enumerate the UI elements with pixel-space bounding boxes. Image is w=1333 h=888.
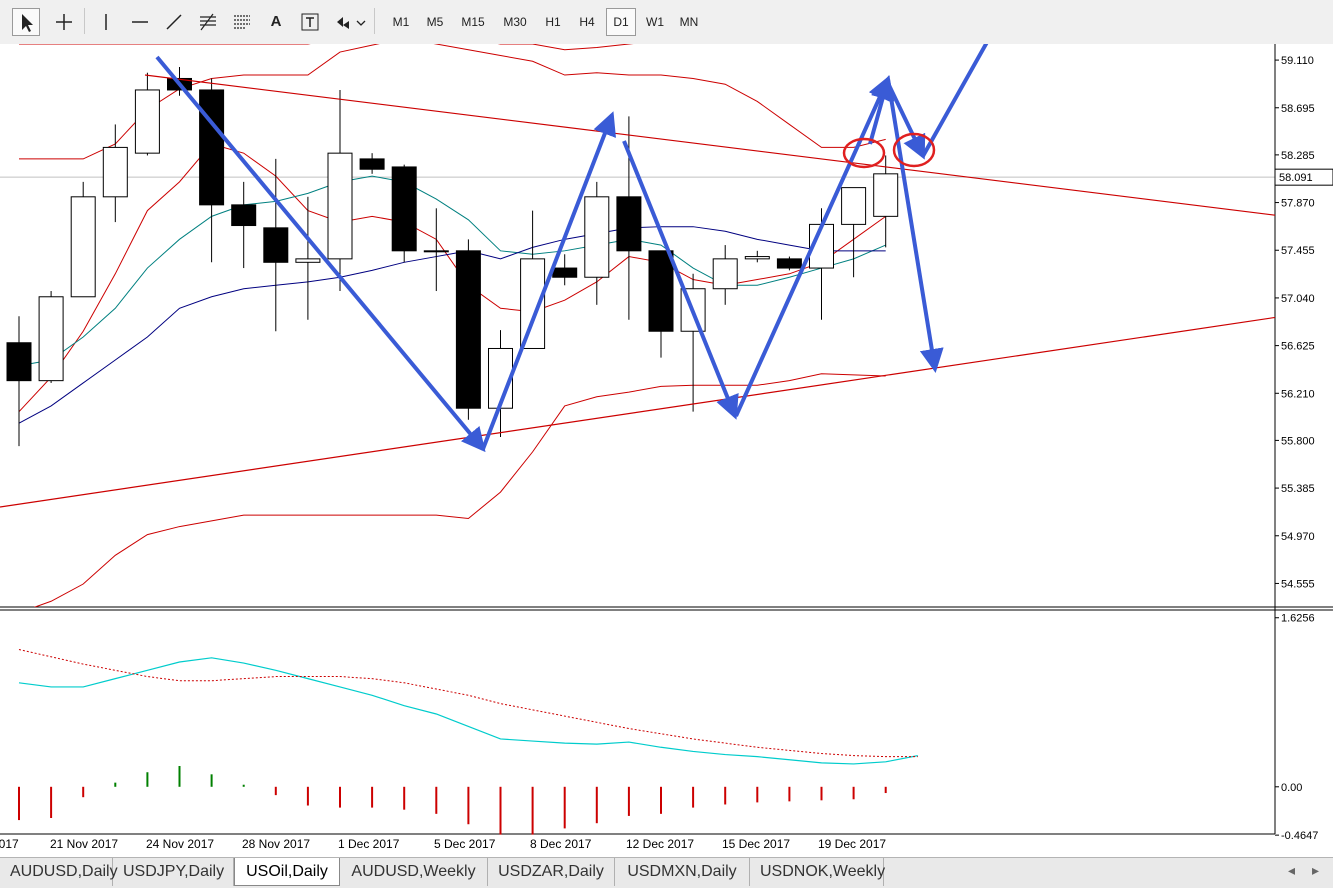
- price-tick-label: 59.110: [1281, 55, 1314, 67]
- candle: [391, 164, 417, 263]
- tab-usdnok-weekly[interactable]: USDNOK,Weekly: [750, 858, 885, 886]
- vertical-line-icon[interactable]: [92, 8, 120, 36]
- candle-body: [391, 166, 417, 252]
- current-price-label: 58.091: [1279, 172, 1313, 184]
- tab-usdmxn-daily[interactable]: USDMXN,Daily: [615, 858, 750, 886]
- time-axis-label: 2017: [0, 837, 19, 851]
- candle-body: [70, 196, 96, 298]
- time-axis-label: 28 Nov 2017: [242, 837, 310, 851]
- time-axis-label: 5 Dec 2017: [434, 837, 496, 851]
- candle-body: [423, 250, 449, 253]
- timeframe-m1[interactable]: M1: [386, 8, 416, 36]
- horizontal-line-icon[interactable]: [126, 8, 154, 36]
- arrow-tools-icon[interactable]: [330, 8, 368, 36]
- osc-tick-label: 0.00: [1281, 782, 1302, 794]
- text-label-icon[interactable]: [296, 8, 324, 36]
- price-tick-label: 57.455: [1281, 245, 1315, 257]
- tab-usoil-daily[interactable]: USOil,Daily: [234, 858, 340, 886]
- chart-tabs-bar: AUDUSD,Daily USDJPY,Daily USOil,Daily AUDUS…: [0, 857, 1333, 888]
- timeframe-mn[interactable]: MN: [674, 8, 704, 36]
- candle-body: [776, 258, 802, 269]
- timeframe-m15[interactable]: M15: [454, 8, 492, 36]
- time-axis-label: 19 Dec 2017: [818, 837, 886, 851]
- time-axis-label: 21 Nov 2017: [50, 837, 118, 851]
- price-tick-label: 58.285: [1281, 150, 1315, 162]
- candle-body: [38, 296, 64, 382]
- candle-body: [359, 158, 385, 170]
- candle-body: [552, 267, 578, 278]
- price-tick-label: 58.695: [1281, 103, 1315, 115]
- nav-left-icon[interactable]: ◂: [1288, 862, 1295, 879]
- candle: [38, 291, 64, 383]
- chart-area[interactable]: 59.110 58.695 58.285 57.870 57.455 57.040 56.6…: [0, 44, 1333, 857]
- candle-body: [584, 196, 610, 278]
- text-icon[interactable]: A: [262, 8, 290, 36]
- timeframe-h1[interactable]: H1: [538, 8, 568, 36]
- price-tick-label: 56.625: [1281, 341, 1315, 353]
- candle-body: [295, 258, 321, 263]
- candle-body: [648, 250, 674, 332]
- price-tick-label: 57.870: [1281, 198, 1315, 210]
- time-axis-label: 8 Dec 2017: [530, 837, 592, 851]
- candle-body: [199, 89, 225, 206]
- candle-body: [841, 187, 867, 225]
- fibonacci-icon[interactable]: [194, 8, 222, 36]
- candle-body: [134, 89, 160, 154]
- osc-tick-label: -0.4647: [1281, 830, 1318, 842]
- price-tick-label: 55.800: [1281, 435, 1315, 447]
- price-tick-label: 55.385: [1281, 483, 1315, 495]
- candle-body: [102, 146, 128, 198]
- time-axis-label: 15 Dec 2017: [722, 837, 790, 851]
- candle-body: [616, 196, 642, 252]
- timeframe-m5[interactable]: M5: [420, 8, 450, 36]
- tab-audusd-daily[interactable]: AUDUSD,Daily: [0, 858, 118, 886]
- candle: [70, 181, 96, 298]
- candle-body: [744, 256, 770, 260]
- crosshair-icon[interactable]: [50, 8, 78, 36]
- candle: [455, 239, 481, 420]
- cursor-icon[interactable]: [12, 8, 40, 36]
- time-axis-label: 1 Dec 2017: [338, 837, 400, 851]
- candle-body: [6, 342, 32, 382]
- trend-line-icon[interactable]: [160, 8, 188, 36]
- candle-body: [327, 152, 353, 260]
- tab-usdjpy-daily[interactable]: USDJPY,Daily: [113, 858, 234, 886]
- price-tick-label: 56.210: [1281, 388, 1315, 400]
- candle-body: [712, 258, 738, 290]
- osc-tick-label: 1.6256: [1281, 613, 1315, 625]
- timeframe-d1[interactable]: D1: [606, 8, 636, 36]
- nav-right-icon[interactable]: ▸: [1312, 862, 1319, 879]
- price-tick-label: 54.555: [1281, 578, 1315, 590]
- candle-body: [231, 204, 257, 227]
- timeframe-h4[interactable]: H4: [572, 8, 602, 36]
- candle-body: [263, 227, 289, 263]
- chart-toolbar: A M1 M5 M15 M30 H1 H4 D1 W1 MN: [0, 0, 1333, 45]
- time-axis-label: 24 Nov 2017: [146, 837, 214, 851]
- timeframe-w1[interactable]: W1: [640, 8, 670, 36]
- grid-icon[interactable]: [228, 8, 256, 36]
- candle-body: [873, 173, 899, 217]
- time-axis-label: 12 Dec 2017: [626, 837, 694, 851]
- tab-audusd-weekly[interactable]: AUDUSD,Weekly: [340, 858, 488, 886]
- price-tick-label: 57.040: [1281, 293, 1315, 305]
- candle: [776, 256, 802, 271]
- timeframe-m30[interactable]: M30: [496, 8, 534, 36]
- tab-usdzar-daily[interactable]: USDZAR,Daily: [488, 858, 615, 886]
- candle-body: [455, 250, 481, 409]
- price-tick-label: 54.970: [1281, 531, 1315, 543]
